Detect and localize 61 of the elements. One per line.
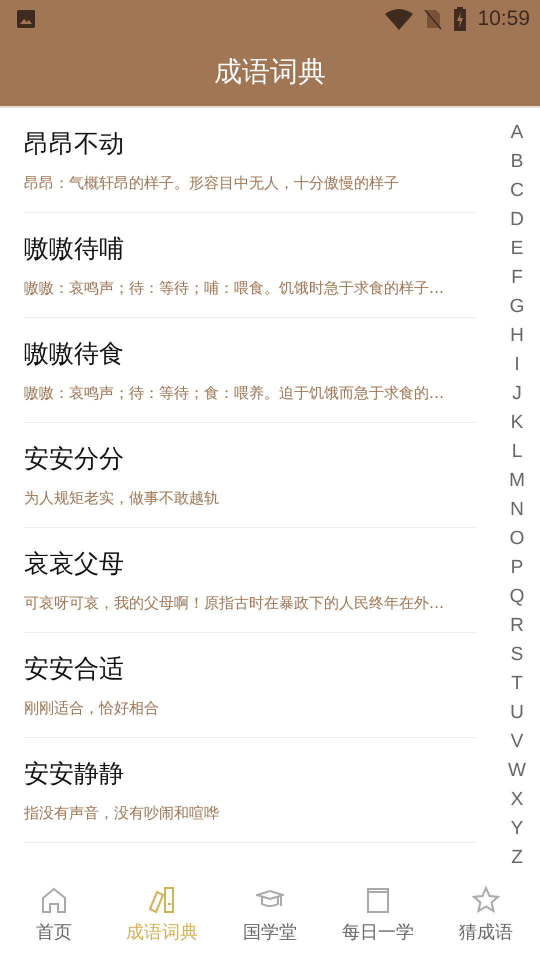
index-letter[interactable]: K (510, 408, 524, 437)
index-letter[interactable]: T (511, 669, 523, 698)
nav-tab[interactable]: 猜成语 (432, 870, 540, 960)
nav-tab[interactable]: 首页 (0, 870, 108, 960)
index-letter[interactable]: S (510, 640, 524, 669)
idiom-title: 昂昂不动 (24, 128, 124, 160)
page-icon (364, 886, 392, 914)
idiom-meaning: 刚刚适合，恰好相合 (24, 699, 159, 718)
index-letter[interactable]: O (510, 524, 524, 553)
index-letter[interactable]: X (510, 785, 524, 814)
idiom-title: 安安静静 (24, 758, 124, 790)
index-letter[interactable]: I (514, 350, 520, 379)
index-letter[interactable]: P (510, 553, 524, 582)
idiom-list-item[interactable]: 安安合适 刚刚适合，恰好相合 (24, 633, 476, 738)
index-letter[interactable]: Y (510, 814, 524, 843)
index-letter[interactable]: Q (510, 582, 524, 611)
nav-tab[interactable]: 国学堂 (216, 870, 324, 960)
idiom-title: 安安分分 (24, 443, 124, 475)
idiom-list-item[interactable]: 安安分分 为人规矩老实，做事不敢越轨 (24, 423, 476, 528)
index-letter[interactable]: M (509, 466, 525, 495)
wifi-icon (385, 8, 414, 30)
index-letter[interactable]: Z (511, 843, 523, 870)
index-letter[interactable]: G (510, 292, 524, 321)
idiom-meaning: 指没有声音，没有吵闹和喧哗 (24, 804, 219, 823)
index-letter[interactable]: F (511, 263, 523, 292)
idiom-meaning: 嗷嗷：哀鸣声；待：等待；哺：喂食。饥饿时急于求食的样子… (24, 279, 444, 298)
index-letter[interactable]: J (512, 379, 522, 408)
idiom-list-item[interactable]: 哀哀父母 可哀呀可哀，我的父母啊！原指古时在暴政下的人民终年在外… (24, 528, 476, 633)
idiom-meaning: 为人规矩老实，做事不敢越轨 (24, 489, 219, 508)
idiom-meaning: 昂昂：气概轩昂的样子。形容目中无人，十分傲慢的样子 (24, 174, 399, 193)
clock-time: 10:59 (477, 7, 530, 31)
idiom-title: 嗷嗷待哺 (24, 233, 124, 265)
idiom-list-item[interactable]: 昂昂不动 昂昂：气概轩昂的样子。形容目中无人，十分傲慢的样子 (24, 108, 476, 213)
idiom-meaning: 嗷嗷：哀鸣声；待：等待；食：喂养。迫于饥饿而急于求食的… (24, 384, 444, 403)
index-letter[interactable]: H (510, 321, 524, 350)
index-letter[interactable]: E (510, 234, 524, 263)
no-sim-icon (423, 8, 444, 30)
idiom-title: 哀哀父母 (24, 548, 124, 580)
house-icon (40, 886, 68, 914)
star-icon (472, 886, 500, 914)
index-letter[interactable]: D (510, 205, 524, 234)
nav-tab[interactable]: 每日一学 (324, 870, 432, 960)
idiom-title: 嗷嗷待食 (24, 338, 124, 370)
idiom-list-item[interactable]: 安安静静 指没有声音，没有吵闹和喧哗 (24, 738, 476, 843)
index-letter[interactable]: N (510, 495, 524, 524)
index-letter[interactable]: U (510, 698, 524, 727)
index-letter[interactable]: C (510, 176, 524, 205)
app-title: 成语词典 (214, 54, 326, 90)
image-icon (16, 9, 36, 29)
idiom-list-item[interactable]: 嗷嗷待食 嗷嗷：哀鸣声；待：等待；食：喂养。迫于饥饿而急于求食的… (24, 318, 476, 423)
index-letter[interactable]: R (510, 611, 524, 640)
idiom-title: 安安合适 (24, 653, 124, 685)
idiom-list-item[interactable]: 嗷嗷待哺 嗷嗷：哀鸣声；待：等待；哺：喂食。饥饿时急于求食的样子… (24, 213, 476, 318)
index-letter[interactable]: V (510, 727, 524, 756)
index-letter[interactable]: W (508, 756, 526, 785)
index-letter[interactable]: B (510, 147, 524, 176)
index-letter[interactable]: A (510, 118, 524, 147)
books-icon (148, 886, 176, 914)
battery-icon (453, 7, 468, 31)
index-letter[interactable]: L (512, 437, 522, 466)
idiom-meaning: 可哀呀可哀，我的父母啊！原指古时在暴政下的人民终年在外… (24, 594, 444, 613)
